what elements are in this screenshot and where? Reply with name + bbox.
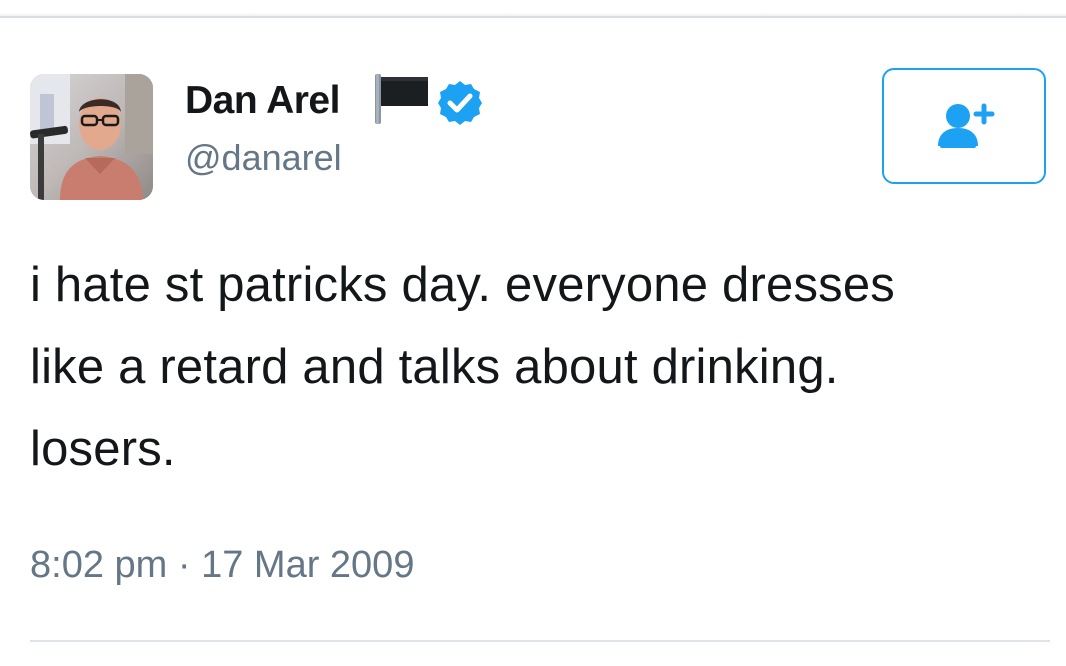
- add-user-icon: [938, 103, 995, 148]
- top-divider: [0, 0, 1066, 18]
- tweet-text-line: like a retard and talks about drinking.: [30, 340, 839, 394]
- verified-badge-icon: [438, 81, 482, 125]
- follow-button[interactable]: [882, 68, 1046, 184]
- black-flag-icon: [375, 74, 428, 124]
- tweet-detail-view: Dan Arel @danarel i hate st patricks day…: [0, 0, 1066, 666]
- author-handle[interactable]: @danarel: [185, 136, 342, 180]
- tweet-timestamp[interactable]: 8:02 pm · 17 Mar 2009: [30, 540, 414, 590]
- tweet-time: 8:02 pm: [30, 544, 168, 586]
- profile-photo: [30, 74, 153, 200]
- tweet-text: i hate st patricks day. everyone dresses…: [30, 244, 1040, 490]
- bottom-divider: [30, 640, 1050, 642]
- tweet-text-line: losers.: [30, 422, 176, 476]
- timestamp-separator: ·: [177, 544, 191, 586]
- avatar[interactable]: [30, 74, 153, 200]
- author-display-name[interactable]: Dan Arel: [185, 78, 340, 124]
- tweet-text-line: i hate st patricks day. everyone dresses: [30, 258, 895, 312]
- tweet-date: 17 Mar 2009: [201, 544, 415, 586]
